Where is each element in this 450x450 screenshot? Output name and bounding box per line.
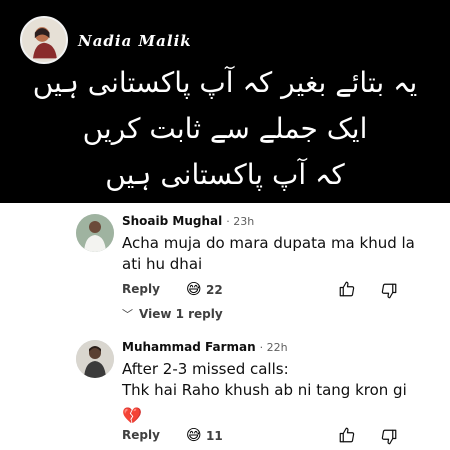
reply-button[interactable]: Reply [122,428,160,442]
comment-actions: Reply 😅 22 [122,280,412,302]
thumbs-down-icon[interactable] [380,282,398,300]
post-text-line-1: یہ بتائے بغیر کہ آپ پاکستانی ہیں [32,66,418,99]
broken-heart-emoji-icon: 💔 [122,406,142,425]
reaction-count: 22 [206,283,223,297]
reply-button[interactable]: Reply [122,282,160,296]
view-replies-button[interactable]: ﹀ View 1 reply [122,306,223,322]
comment-text-line-2: Thk hai Raho khush ab ni tang kron gi [122,381,407,399]
post-text-line-2: ایک جملے سے ثابت کریں [82,112,368,145]
post-author-name[interactable]: Nadia Malik [78,32,192,50]
commenter-name[interactable]: Muhammad Farman · 22h [122,340,288,354]
commenter-avatar[interactable] [76,214,114,252]
author-avatar[interactable] [20,16,68,64]
comment-text: After 2-3 missed calls: Thk hai Raho khu… [122,359,422,426]
reaction-count: 11 [206,429,223,443]
commenter-name[interactable]: Shoaib Mughal · 23h [122,214,254,228]
comment-text: Acha muja do mara dupata ma khud la ati … [122,234,415,273]
thumbs-down-icon[interactable] [380,428,398,446]
thumbs-up-icon[interactable] [338,280,356,298]
commenter-avatar[interactable] [76,340,114,378]
comment-time: · 22h [259,341,288,354]
comment-text-line-1: After 2-3 missed calls: [122,360,289,378]
grinning-sweat-emoji-icon[interactable]: 😅 [186,280,202,298]
comment-time: · 23h [226,215,255,228]
post-image: Nadia Malik یہ بتائے بغیر کہ آپ پاکستانی… [0,0,450,203]
grinning-sweat-emoji-icon[interactable]: 😅 [186,426,202,444]
post-text-line-3: کہ آپ پاکستانی ہیں [105,158,345,191]
comment-actions: Reply 😅 11 [122,426,412,448]
chevron-down-icon: ﹀ [122,308,133,321]
thumbs-up-icon[interactable] [338,426,356,444]
